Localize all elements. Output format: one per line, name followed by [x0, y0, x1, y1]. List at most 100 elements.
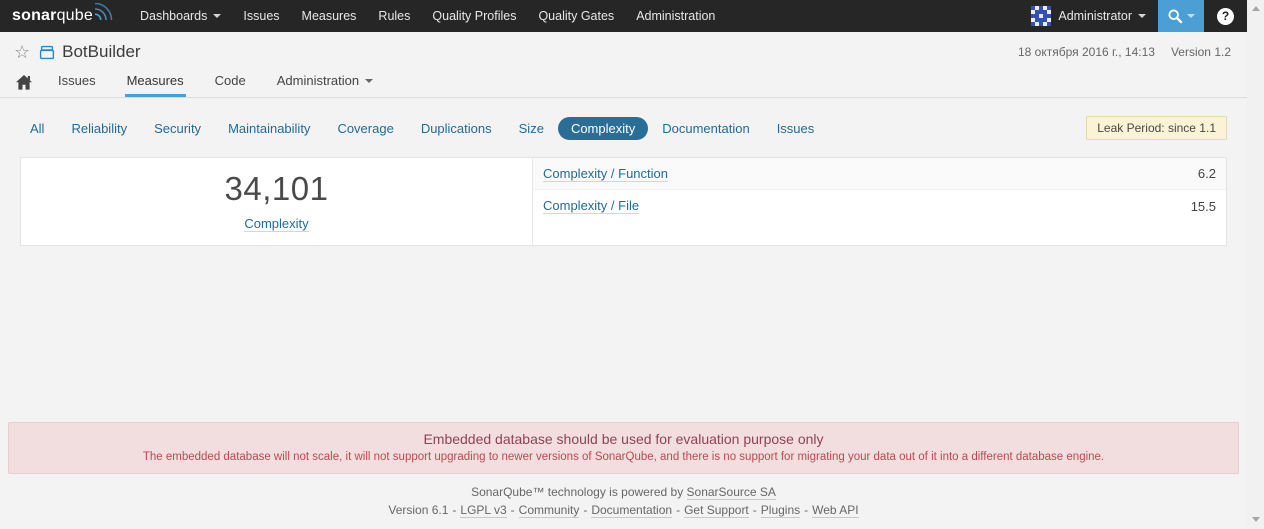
sonarsource-link[interactable]: SonarSource SA: [686, 485, 776, 500]
related-measures: Complexity / Function 6.2 Complexity / F…: [533, 158, 1226, 245]
tab-issues-label: Issues: [58, 73, 96, 88]
complexity-file-value: 15.5: [1190, 198, 1216, 214]
scroll-down-icon[interactable]: [1251, 517, 1260, 522]
logo-text-light: qube: [56, 7, 93, 24]
tab-measures[interactable]: Measures: [124, 69, 186, 97]
table-row: Complexity / File 15.5: [533, 190, 1226, 222]
nav-quality-gates[interactable]: Quality Gates: [527, 0, 625, 32]
table-row: Complexity / Function 6.2: [533, 158, 1226, 190]
chevron-down-icon: [1138, 14, 1146, 18]
domain-tab-complexity[interactable]: Complexity: [557, 116, 649, 140]
nav-dashboards-label: Dashboards: [139, 9, 208, 23]
footer-line2: Version 6.1- LGPL v3- Community - Documentat…: [0, 501, 1247, 519]
leak-period-badge: Leak Period: since 1.1: [1086, 116, 1227, 140]
nav-issues-label: Issues: [243, 9, 280, 23]
web-api-link[interactable]: Web API: [812, 503, 859, 518]
project-meta: 18 октября 2016 г., 14:13 Version 1.2: [1018, 45, 1231, 59]
scroll-up-icon[interactable]: [1251, 6, 1260, 11]
complexity-function-link[interactable]: Complexity / Function: [543, 166, 668, 182]
domain-tab-documentation[interactable]: Documentation: [662, 117, 749, 140]
domain-tab-all[interactable]: All: [30, 117, 44, 140]
domain-tab-maintainability[interactable]: Maintainability: [228, 117, 310, 140]
navbar-left: sonar qube Dashboards Issues Measures Rul…: [0, 0, 726, 32]
sonarqube-logo[interactable]: sonar qube: [0, 0, 129, 32]
domain-tab-issues[interactable]: Issues: [777, 117, 815, 140]
nav-quality-gates-label: Quality Gates: [538, 9, 615, 23]
complexity-value: 34,101: [224, 169, 329, 207]
measures-content: All Reliability Security Maintainability…: [0, 98, 1247, 529]
domain-tab-coverage[interactable]: Coverage: [337, 117, 393, 140]
avatar: [1031, 6, 1052, 26]
nav-administration-label: Administration: [636, 9, 716, 23]
project-nav: Issues Measures Code Administration: [14, 69, 1231, 97]
measure-domains-row: All Reliability Security Maintainability…: [30, 116, 1227, 140]
nav-quality-profiles[interactable]: Quality Profiles: [421, 0, 527, 32]
complexity-link[interactable]: Complexity: [244, 216, 309, 232]
home-icon: [16, 75, 32, 90]
logo-text-bold: sonar: [12, 7, 57, 24]
nav-quality-profiles-label: Quality Profiles: [432, 9, 517, 23]
nav-dashboards[interactable]: Dashboards: [129, 0, 232, 32]
footer-separator: -: [804, 503, 809, 517]
nav-issues[interactable]: Issues: [232, 0, 290, 32]
nav-measures-label: Measures: [301, 9, 357, 23]
warning-detail: The embedded database will not scale, it…: [142, 451, 1105, 463]
footer: SonarQube™ technology is powered by Sona…: [0, 474, 1247, 529]
project-header: BotBuilder 18 октября 2016 г., 14:13 Ver…: [0, 32, 1247, 98]
analysis-date: 18 октября 2016 г., 14:13: [1018, 45, 1155, 59]
navbar-right: Administrator: [1019, 0, 1247, 32]
warning-title: Embedded database should be used for eva…: [423, 431, 824, 447]
logo-waves-icon: [94, 3, 115, 21]
user-name: Administrator: [1058, 9, 1132, 23]
top-navbar: sonar qube Dashboards Issues Measures Rul…: [0, 0, 1247, 32]
chevron-down-icon: [213, 14, 222, 18]
complexity-file-link[interactable]: Complexity / File: [543, 198, 640, 214]
page: sonar qube Dashboards Issues Measures Rul…: [0, 0, 1247, 529]
tab-administration-label: Administration: [276, 73, 360, 88]
home-tab[interactable]: [14, 71, 34, 97]
footer-separator: -: [510, 503, 515, 517]
user-menu[interactable]: Administrator: [1019, 0, 1158, 32]
nav-rules-label: Rules: [378, 9, 411, 23]
nav-administration[interactable]: Administration: [625, 0, 726, 32]
get-support-link[interactable]: Get Support: [684, 503, 749, 518]
favorite-star-icon[interactable]: [14, 43, 30, 61]
nav-rules[interactable]: Rules: [367, 0, 421, 32]
footer-separator: -: [583, 503, 588, 517]
domain-tab-reliability[interactable]: Reliability: [71, 117, 127, 140]
chevron-down-icon: [1187, 14, 1195, 18]
plugins-link[interactable]: Plugins: [760, 503, 801, 518]
tab-issues[interactable]: Issues: [56, 69, 98, 97]
project-icon: [39, 44, 55, 60]
tab-measures-label: Measures: [126, 73, 184, 88]
embedded-db-warning: Embedded database should be used for eva…: [8, 422, 1239, 474]
search-icon: [1168, 9, 1183, 24]
tab-administration[interactable]: Administration: [275, 69, 375, 97]
footer-version: Version 6.1: [388, 503, 449, 517]
page-title: BotBuilder: [62, 42, 141, 61]
main-measure: 34,101 Complexity: [21, 158, 533, 245]
tab-code[interactable]: Code: [213, 69, 248, 97]
help-icon: [1217, 7, 1234, 25]
footer-powered-by: SonarQube™ technology is powered by: [471, 485, 687, 499]
nav-measures[interactable]: Measures: [291, 0, 368, 32]
footer-separator: -: [752, 503, 757, 517]
complexity-function-value: 6.2: [1197, 166, 1216, 181]
documentation-link[interactable]: Documentation: [591, 503, 673, 518]
footer-separator: -: [676, 503, 681, 517]
domain-tab-duplications[interactable]: Duplications: [421, 117, 492, 140]
project-title-row: BotBuilder 18 октября 2016 г., 14:13 Ver…: [14, 42, 1231, 62]
footer-separator: -: [452, 503, 457, 517]
domain-tab-size[interactable]: Size: [519, 117, 544, 140]
help-button[interactable]: [1204, 0, 1247, 32]
vertical-scrollbar[interactable]: [1247, 0, 1264, 529]
search-button[interactable]: [1158, 0, 1204, 32]
complexity-card: 34,101 Complexity Complexity / Function …: [20, 157, 1227, 246]
lgpl-link[interactable]: LGPL v3: [460, 503, 507, 518]
footer-line1: SonarQube™ technology is powered by Sona…: [0, 483, 1247, 501]
domain-tab-security[interactable]: Security: [154, 117, 201, 140]
tab-code-label: Code: [214, 73, 246, 88]
community-link[interactable]: Community: [518, 503, 580, 518]
project-version: Version 1.2: [1170, 45, 1231, 59]
chevron-down-icon: [365, 78, 374, 83]
